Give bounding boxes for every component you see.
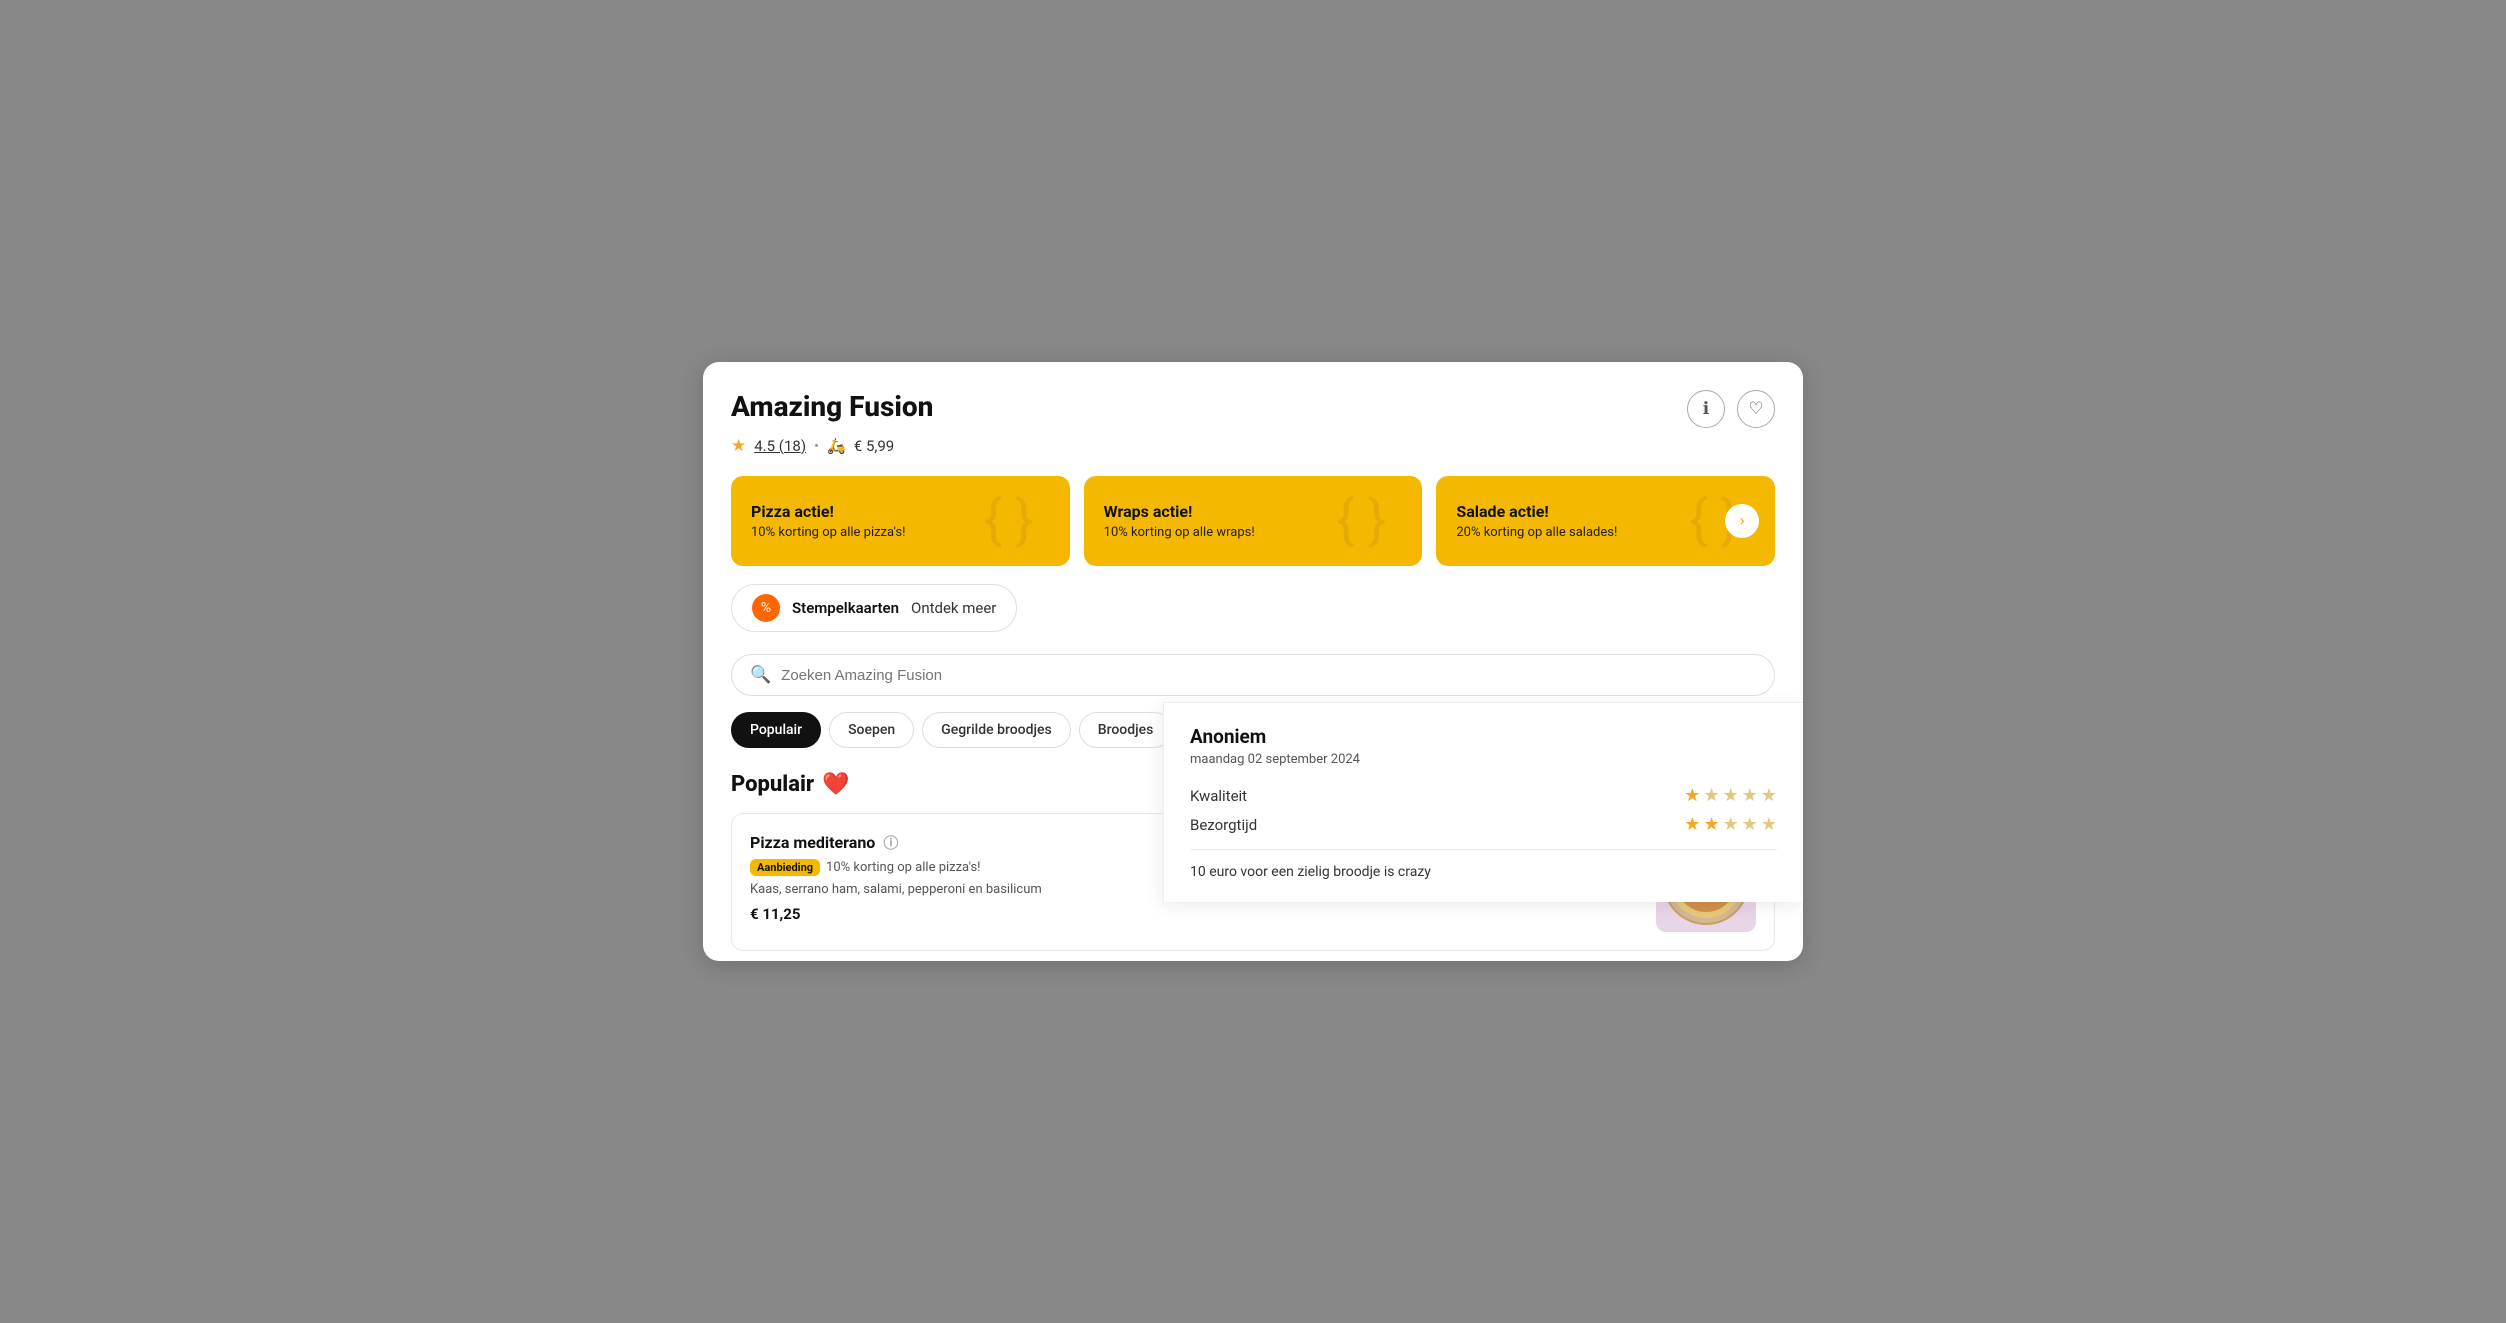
review-date: maandag 02 september 2024 (1190, 752, 1777, 767)
quality-star-4: ★ (1742, 785, 1758, 806)
promo-wraps[interactable]: { } Wraps actie! 10% korting op alle wra… (1084, 476, 1423, 566)
dot-separator: • (814, 437, 819, 455)
delivery-row: Bezorgtijd ★ ★ ★ ★ ★ (1190, 814, 1777, 835)
quality-star-5: ★ (1761, 785, 1777, 806)
review-popup: Anoniem maandag 02 september 2024 Kwalit… (1163, 702, 1803, 902)
rating-row: ★ 4.5 (18) • 🛵 € 5,99 (731, 436, 1775, 456)
quality-star-2: ★ (1703, 785, 1719, 806)
info-button[interactable]: ℹ (1687, 390, 1725, 428)
promo-wraps-sub: 10% korting op alle wraps! (1104, 525, 1403, 540)
delivery-star-5: ★ (1761, 814, 1777, 835)
search-icon: 🔍 (750, 665, 771, 685)
quality-row: Kwaliteit ★ ★ ★ ★ ★ (1190, 785, 1777, 806)
stamp-label: Stempelkaarten (792, 599, 899, 617)
search-bar[interactable]: 🔍 (731, 654, 1775, 696)
promo-salade-title: Salade actie! (1456, 502, 1755, 521)
item-price: € 11,25 (750, 905, 1640, 923)
delivery-stars: ★ ★ ★ ★ ★ (1684, 814, 1777, 835)
delivery-star-3: ★ (1723, 814, 1739, 835)
restaurant-name: Amazing Fusion (731, 390, 933, 423)
delivery-label: Bezorgtijd (1190, 816, 1257, 834)
quality-star-3: ★ (1723, 785, 1739, 806)
promotions-row: { } Pizza actie! 10% korting op alle piz… (731, 476, 1775, 566)
tab-soepen[interactable]: Soepen (829, 712, 914, 748)
favorite-button[interactable]: ♡ (1737, 390, 1775, 428)
stamp-icon: % (752, 594, 780, 622)
quality-stars: ★ ★ ★ ★ ★ (1684, 785, 1777, 806)
promo-wraps-title: Wraps actie! (1104, 502, 1403, 521)
aanbieding-badge: Aanbieding (750, 859, 820, 876)
promo-pizza-sub: 10% korting op alle pizza's! (751, 525, 1050, 540)
review-author: Anoniem (1190, 725, 1777, 748)
delivery-star-4: ★ (1742, 814, 1758, 835)
restaurant-card: Amazing Fusion ℹ ♡ ★ 4.5 (18) • 🛵 € 5,99… (703, 362, 1803, 961)
tab-broodjes[interactable]: Broodjes (1079, 712, 1173, 748)
delivery-icon: 🛵 (827, 437, 846, 455)
promo-pizza[interactable]: { } Pizza actie! 10% korting op alle piz… (731, 476, 1070, 566)
search-input[interactable] (781, 667, 1756, 684)
rating-value[interactable]: 4.5 (18) (754, 437, 806, 455)
delivery-star-2: ★ (1703, 814, 1719, 835)
heart-icon: ♡ (1748, 399, 1763, 419)
stamp-more: Ontdek meer (911, 599, 996, 617)
badge-text: 10% korting op alle pizza's! (826, 860, 980, 875)
delivery-fee: € 5,99 (854, 437, 894, 455)
tab-populair[interactable]: Populair (731, 712, 821, 748)
review-comment: 10 euro voor een zielig broodje is crazy (1190, 849, 1777, 880)
item-info-icon[interactable]: ⓘ (883, 832, 898, 853)
promo-salade-sub: 20% korting op alle salades! (1456, 525, 1755, 540)
quality-label: Kwaliteit (1190, 787, 1247, 805)
section-title-text: Populair (731, 772, 814, 797)
item-name-text: Pizza mediterano (750, 833, 875, 852)
promo-salade[interactable]: { } Salade actie! 20% korting op alle sa… (1436, 476, 1775, 566)
info-icon: ℹ (1703, 399, 1709, 419)
stamp-row[interactable]: % Stempelkaarten Ontdek meer (731, 584, 1017, 632)
promo-arrow-button[interactable]: › (1725, 504, 1759, 538)
quality-star-1: ★ (1684, 785, 1700, 806)
header-icons: ℹ ♡ (1687, 390, 1775, 428)
star-icon: ★ (731, 436, 746, 456)
delivery-star-1: ★ (1684, 814, 1700, 835)
tab-gegrilde-broodjes[interactable]: Gegrilde broodjes (922, 712, 1071, 748)
section-heart-icon: ❤️ (822, 772, 849, 797)
promo-pizza-title: Pizza actie! (751, 502, 1050, 521)
header: Amazing Fusion ℹ ♡ (731, 390, 1775, 428)
